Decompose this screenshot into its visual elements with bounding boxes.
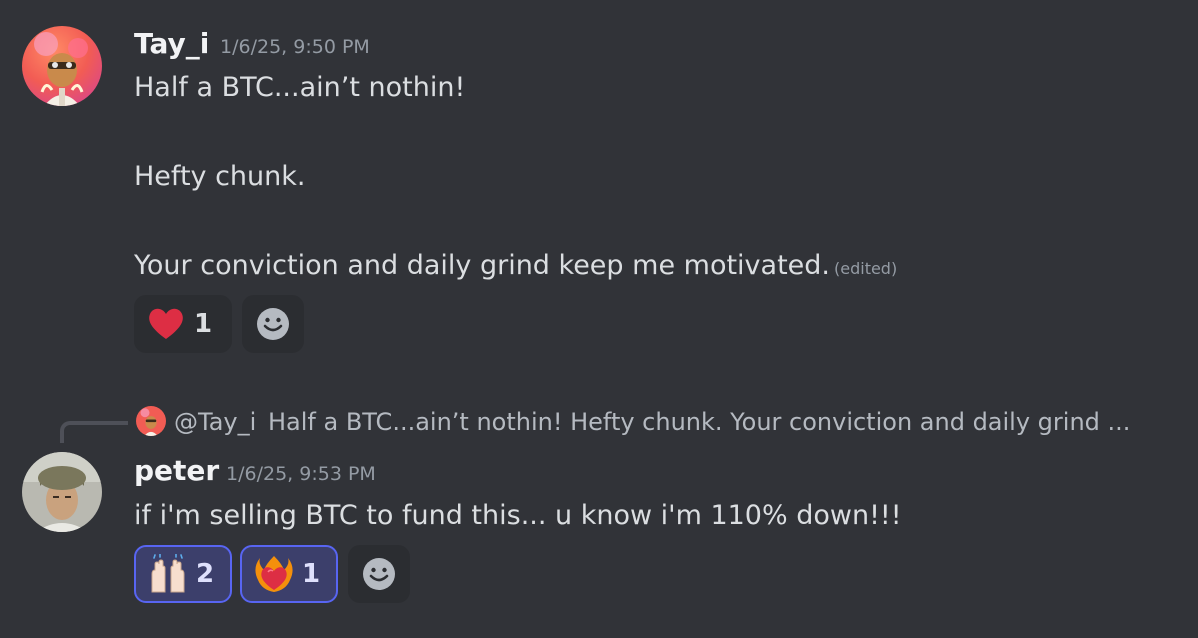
- avatar-peter[interactable]: [22, 452, 102, 532]
- smiley-add-icon: [257, 308, 289, 340]
- message-timestamp: 1/6/25, 9:53 PM: [226, 463, 376, 485]
- message-text-line: Hefty chunk.: [134, 161, 306, 192]
- heart-on-fire-emoji-icon: [255, 556, 293, 592]
- reply-preview-text[interactable]: Half a BTC...ain’t nothin! Hefty chunk. …: [268, 405, 1130, 439]
- reply-avatar-tay-i[interactable]: [136, 406, 166, 436]
- raising-hands-emoji-icon: [151, 554, 185, 593]
- reaction-count: 1: [302, 559, 321, 589]
- message-text-line: Your conviction and daily grind keep me …: [134, 249, 897, 286]
- message-text: Your conviction and daily grind keep me …: [134, 250, 830, 281]
- message-author[interactable]: Tay_i: [134, 28, 209, 60]
- reaction-heart-on-fire[interactable]: 1: [240, 545, 338, 603]
- add-reaction-button[interactable]: [348, 545, 410, 603]
- reaction-heart[interactable]: 1: [134, 295, 232, 353]
- smiley-add-icon: [363, 558, 395, 590]
- add-reaction-button[interactable]: [242, 295, 304, 353]
- reply-connector: [60, 421, 128, 443]
- chat-message-list: Tay_i 1/6/25, 9:50 PM Half a BTC...ain’t…: [0, 0, 1198, 638]
- message-text-line: Half a BTC...ain’t nothin!: [134, 72, 466, 103]
- reaction-count: 1: [194, 309, 213, 339]
- reply-mention[interactable]: @Tay_i: [174, 405, 256, 439]
- message-timestamp: 1/6/25, 9:50 PM: [220, 36, 370, 58]
- message-text-line: if i'm selling BTC to fund this... u kno…: [134, 500, 902, 531]
- edited-label: (edited): [834, 259, 898, 278]
- avatar-tay-i[interactable]: [22, 26, 102, 106]
- reaction-count: 2: [196, 559, 215, 589]
- heart-emoji-icon: [149, 308, 183, 339]
- reaction-raising-hands[interactable]: 2: [134, 545, 232, 603]
- message-author[interactable]: peter: [134, 455, 219, 487]
